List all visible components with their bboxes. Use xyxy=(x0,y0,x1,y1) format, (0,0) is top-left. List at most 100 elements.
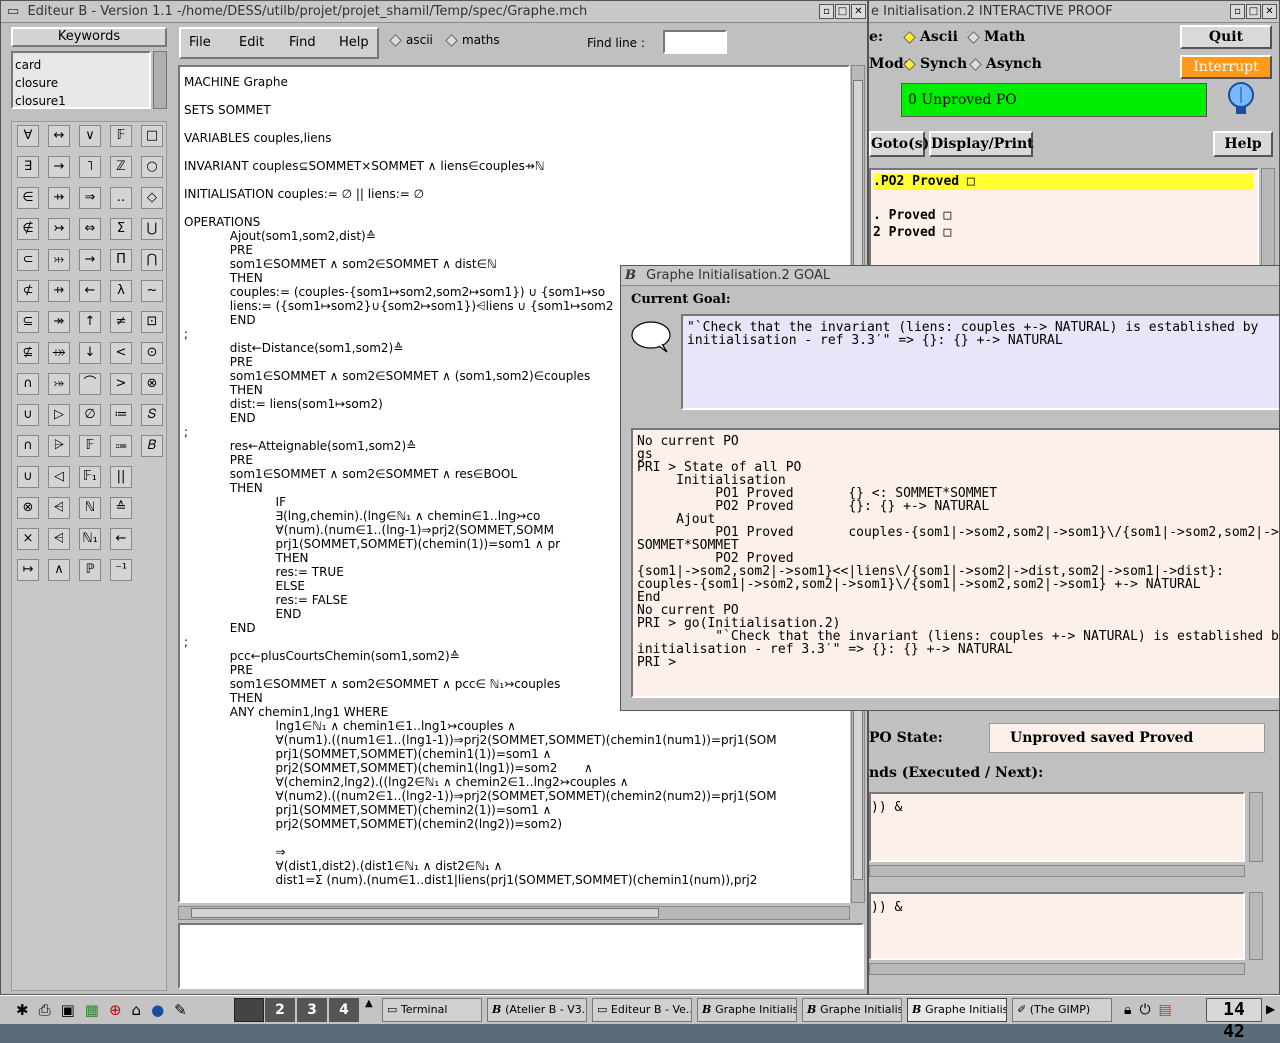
symbol-button[interactable]: ℙ xyxy=(79,559,101,581)
calculator-icon[interactable]: ▦ xyxy=(85,1001,109,1019)
symbol-button[interactable]: ⇸ xyxy=(48,280,70,302)
symbol-button[interactable]: ◁ xyxy=(48,466,70,488)
symbol-button[interactable]: ↑ xyxy=(79,311,101,333)
mode-ascii-radio[interactable]: ascii xyxy=(389,33,433,47)
keyword-item[interactable]: closure1 xyxy=(15,92,147,110)
symbol-button[interactable]: ≙ xyxy=(110,497,132,519)
minimize-button[interactable]: ▫ xyxy=(1230,4,1245,19)
symbol-button[interactable]: ∩ xyxy=(17,435,39,457)
terminal-icon[interactable]: ▣ xyxy=(61,1001,85,1019)
symbol-button[interactable]: ℕ₁ xyxy=(79,528,101,550)
symbol-button[interactable]: ↔ xyxy=(48,125,70,147)
symbol-button[interactable]: ⋃ xyxy=(141,218,163,240)
menu-help[interactable]: Help xyxy=(339,35,369,50)
symbol-button[interactable]: ˥ xyxy=(79,156,101,178)
po-list-scrollbar[interactable] xyxy=(1261,168,1275,268)
globe-icon[interactable]: ● xyxy=(151,1001,174,1019)
symbol-button[interactable]: ⊆ xyxy=(17,311,39,333)
symbol-button[interactable]: → xyxy=(79,249,101,271)
symbol-button[interactable]: ○ xyxy=(141,156,163,178)
close-button[interactable]: ✕ xyxy=(851,4,866,19)
symbol-button[interactable]: ⊗ xyxy=(141,373,163,395)
symbol-button[interactable]: 𝔽₁ xyxy=(79,466,101,488)
task-atelier[interactable]: B (Atelier B - V3... xyxy=(487,998,587,1022)
executed-hscrollbar[interactable] xyxy=(869,865,1245,877)
symbol-button[interactable]: ⤀ xyxy=(48,342,70,364)
next-hscrollbar[interactable] xyxy=(869,963,1245,975)
lifebuoy-icon[interactable]: ⊕ xyxy=(109,1001,132,1019)
scroll-thumb[interactable] xyxy=(191,908,659,918)
executed-commands[interactable]: )) & xyxy=(869,792,1245,862)
next-scrollbar[interactable] xyxy=(1249,892,1263,960)
task-graphe-2[interactable]: B Graphe Initialis... xyxy=(802,998,902,1022)
taskbar-scroll-up-icon[interactable]: ▲ xyxy=(365,998,373,1009)
symbol-button[interactable]: ∪ xyxy=(17,404,39,426)
symbol-button[interactable]: ⤖ xyxy=(48,373,70,395)
keywords-button[interactable]: Keywords xyxy=(11,27,167,47)
desktop-4[interactable]: 4 xyxy=(329,998,359,1022)
symbol-button[interactable]: ▷ xyxy=(48,404,70,426)
symbol-button[interactable]: ↦ xyxy=(17,559,39,581)
po-item[interactable]: 2 Proved □ xyxy=(873,225,951,240)
symbol-button[interactable]: ⩤ xyxy=(48,528,70,550)
symbol-button[interactable]: ↠ xyxy=(48,311,70,333)
maximize-button[interactable]: □ xyxy=(835,4,850,19)
symbol-button[interactable]: λ xyxy=(110,280,132,302)
symbol-button[interactable]: ↣ xyxy=(48,218,70,240)
symbol-button[interactable]: ← xyxy=(110,528,132,550)
quit-button[interactable]: Quit xyxy=(1180,25,1272,49)
symbol-button[interactable]: ≠ xyxy=(110,311,132,333)
symbol-button[interactable]: || xyxy=(110,466,132,488)
task-terminal[interactable]: ▭ Terminal xyxy=(382,998,482,1022)
symbol-button[interactable]: ⩤ xyxy=(48,497,70,519)
symbol-button[interactable]: 𝐵 xyxy=(141,435,163,457)
goal-display[interactable]: "`Check that the invariant (liens: coupl… xyxy=(681,314,1279,410)
symbol-button[interactable]: < xyxy=(110,342,132,364)
symbol-button[interactable]: > xyxy=(110,373,132,395)
find-line-input[interactable] xyxy=(663,30,727,54)
symbol-button[interactable]: 𝔽 xyxy=(110,125,132,147)
symbol-button[interactable]: ⊂ xyxy=(17,249,39,271)
symbol-button[interactable]: ← xyxy=(79,280,101,302)
symbol-button[interactable]: ⁻¹ xyxy=(110,559,132,581)
next-commands[interactable]: )) & xyxy=(869,892,1245,960)
math-radio[interactable]: Math xyxy=(967,29,1025,45)
ascii-radio[interactable]: Ascii xyxy=(903,29,958,45)
goal-titlebar[interactable]: B Graphe Initialisation.2 GOAL xyxy=(621,266,1279,286)
symbol-button[interactable]: Π xyxy=(110,249,132,271)
symbol-button[interactable]: ↓ xyxy=(79,342,101,364)
interrupt-button[interactable]: Interrupt xyxy=(1180,55,1272,79)
message-area[interactable] xyxy=(178,923,864,989)
task-editeur[interactable]: ▭ Editeur B - Ve... xyxy=(592,998,692,1022)
help-button[interactable]: Help xyxy=(1213,131,1273,157)
po-item[interactable]: . Proved □ xyxy=(873,208,951,223)
symbol-button[interactable]: 𝔽 xyxy=(79,435,101,457)
maximize-button[interactable]: □ xyxy=(1246,4,1261,19)
symbol-button[interactable]: ⩴ xyxy=(110,435,132,457)
printer-icon[interactable]: ⎙ xyxy=(39,1001,61,1019)
symbol-button[interactable]: ∧ xyxy=(48,559,70,581)
keyword-item[interactable]: closure xyxy=(15,74,147,92)
symbol-button[interactable]: ⊈ xyxy=(17,342,39,364)
gear-icon[interactable]: ✱ xyxy=(16,1001,39,1019)
symbol-button[interactable]: ~ xyxy=(141,280,163,302)
symbol-button[interactable]: ∉ xyxy=(17,218,39,240)
symbol-button[interactable]: 𝑆 xyxy=(141,404,163,426)
home-icon[interactable]: ⌂ xyxy=(132,1001,152,1019)
clipboard-icon[interactable]: ▤ xyxy=(1159,1002,1180,1018)
symbol-button[interactable]: ⊡ xyxy=(141,311,163,333)
executed-scrollbar[interactable] xyxy=(1249,792,1263,862)
proof-titlebar[interactable]: e Initialisation.2 INTERACTIVE PROOF xyxy=(869,1,1279,23)
symbol-button[interactable]: ⋂ xyxy=(141,249,163,271)
symbol-button[interactable]: → xyxy=(48,156,70,178)
symbol-button[interactable]: ⊗ xyxy=(17,497,39,519)
symbol-button[interactable]: ∅ xyxy=(79,404,101,426)
desktop-3[interactable]: 3 xyxy=(297,998,327,1022)
gotos-button[interactable]: Goto(s) xyxy=(869,131,929,157)
symbol-button[interactable]: ⇔ xyxy=(79,218,101,240)
symbol-button[interactable]: ‥ xyxy=(110,187,132,209)
task-gimp[interactable]: ✐ (The GIMP) xyxy=(1012,998,1112,1022)
synch-radio[interactable]: Synch xyxy=(903,56,967,72)
menu-file[interactable]: File xyxy=(189,35,211,50)
task-graphe-3-active[interactable]: B Graphe Initialis... xyxy=(907,998,1007,1022)
